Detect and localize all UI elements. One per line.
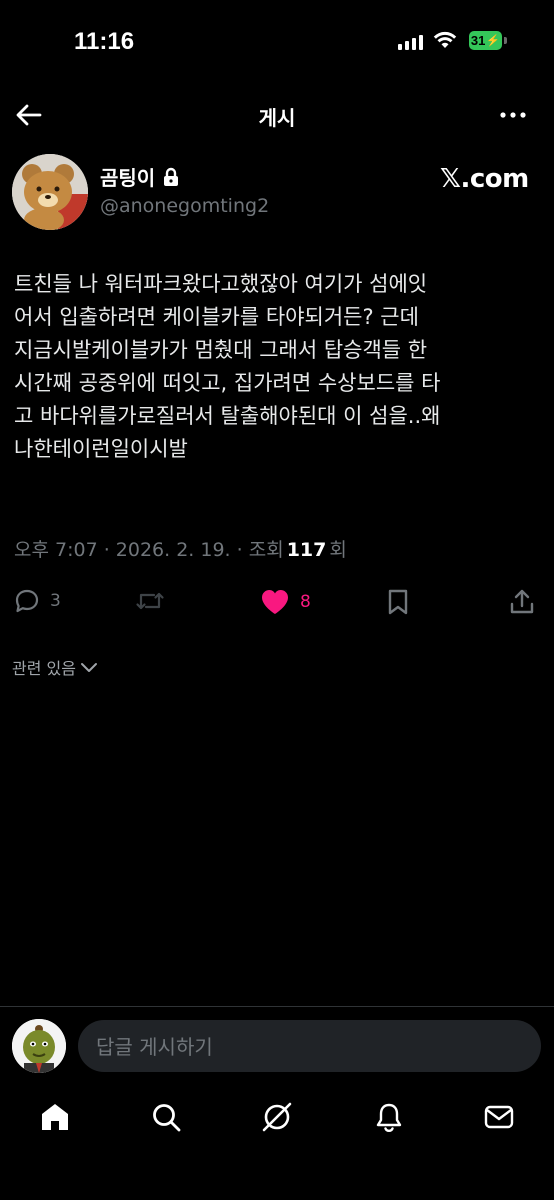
more-options-icon[interactable] [498,102,528,128]
bear-avatar-icon [12,154,88,230]
tab-search[interactable] [149,1100,183,1134]
repost-icon [136,592,164,610]
page-title: 게시 [258,106,296,130]
grok-icon [262,1102,292,1132]
author-name-row: 곰팅이 [100,162,179,191]
messages-icon [484,1105,514,1129]
wifi-icon [433,31,457,48]
status-bar: 11:16 31 ⚡ [0,0,554,80]
author-handle[interactable]: @anonegomting2 [100,195,269,217]
top-nav: 게시 [0,90,554,140]
battery-level: 31 [470,33,486,48]
post-text: 트친들 나 워터파크왔다고했잖아 여기가 섬에잇 어서 입출하려면 케이블카를 … [14,272,441,461]
reply-input[interactable] [94,1020,518,1074]
post-meta: 오후 7:07 · 2026. 2. 19. · 조회 117 회 [14,535,347,562]
like-button[interactable]: 8 [260,588,311,616]
tab-grok[interactable] [260,1100,294,1134]
like-count: 8 [300,592,311,612]
reply-input-container[interactable] [78,1020,541,1074]
repost-button[interactable] [135,588,165,614]
bookmark-icon [388,589,408,615]
view-suffix: 회 [329,539,347,561]
reply-count: 3 [50,591,61,611]
cellular-signal-icon [398,34,423,50]
tab-messages[interactable] [482,1100,516,1134]
source-label: 𝕏.com [440,164,529,194]
bookmark-button[interactable] [386,588,410,616]
battery-cap [504,37,507,44]
action-bar: 3 8 [0,588,554,620]
user-avatar[interactable] [12,1019,66,1073]
heart-icon [262,590,288,614]
view-count: 117 [286,539,327,561]
battery-indicator: 31 ⚡ [469,31,502,50]
lock-icon [164,167,179,186]
related-filter[interactable]: 관련 있음 [12,655,98,679]
post-timestamp: 오후 7:07 · 2026. 2. 19. · 조회 [14,539,284,561]
reply-icon [15,589,39,613]
bottom-tab-bar [0,1090,554,1150]
share-button[interactable] [508,588,536,616]
tab-home[interactable] [38,1100,72,1134]
chevron-down-icon [80,663,97,672]
search-icon [153,1104,181,1132]
user-avatar-icon [12,1019,66,1073]
reply-button[interactable]: 3 [14,588,61,614]
notifications-icon [376,1103,402,1132]
author-name[interactable]: 곰팅이 [100,162,155,191]
share-icon [510,589,534,614]
home-icon [42,1104,68,1130]
author-avatar[interactable] [12,154,88,230]
divider [0,1006,554,1007]
status-time: 11:16 [74,28,135,55]
tab-notifications[interactable] [372,1100,406,1134]
related-label: 관련 있음 [12,659,76,678]
